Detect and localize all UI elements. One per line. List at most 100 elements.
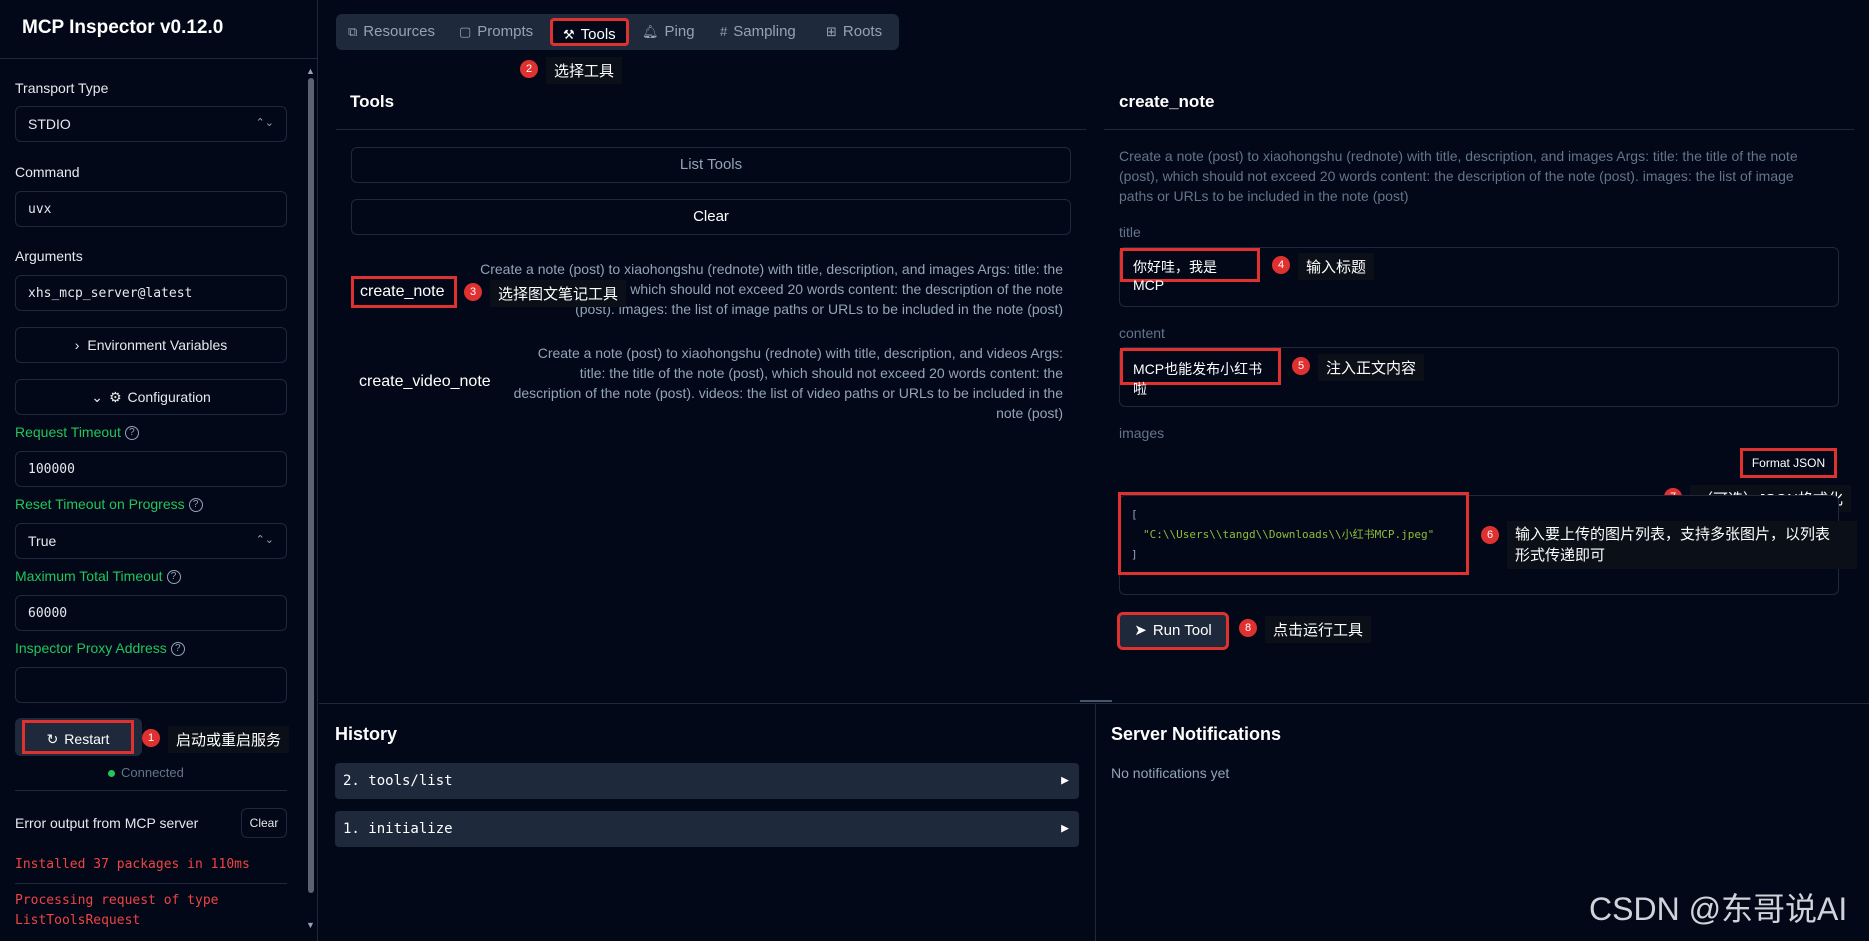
list-tools-button[interactable]: List Tools <box>351 147 1071 183</box>
command-label: Command <box>15 164 80 180</box>
history-item[interactable]: 2. tools/list ▶ <box>335 763 1079 799</box>
tab-resources[interactable]: ⧉ Resources <box>348 14 435 50</box>
tab-bar: ⧉ Resources ▢ Prompts ⚒ Tools 🔔︎ Ping # Sampl… <box>336 14 899 50</box>
annotation-text-1: 启动或重启服务 <box>168 726 290 753</box>
tab-label: Prompts <box>477 23 534 40</box>
notifications-empty: No notifications yet <box>1111 765 1230 781</box>
connection-status: Connected <box>108 765 184 780</box>
error-output-header: Error output from MCP server <box>15 815 199 831</box>
annotation-badge-2: 2 <box>520 60 538 78</box>
refresh-icon: ↻ <box>46 731 59 747</box>
annotation-text-5: 注入正文内容 <box>1318 354 1425 381</box>
tab-label: Roots <box>842 23 883 40</box>
restart-label: Restart <box>64 731 110 747</box>
copy-icon: ⧉ <box>348 24 358 39</box>
scrollbar-thumb[interactable] <box>308 78 314 893</box>
annotation-line: 形式传递即可 <box>1515 547 1606 564</box>
restart-button[interactable]: ↻ Restart <box>22 720 134 754</box>
tab-label: Resources <box>363 23 435 40</box>
chevron-down-icon: ⌄ <box>91 389 103 405</box>
annotation-badge-6: 6 <box>1481 526 1499 544</box>
divider <box>1095 703 1096 941</box>
bell-icon: 🔔︎ <box>642 24 659 39</box>
configuration-button[interactable]: ⌄ ⚙ Configuration <box>15 379 287 415</box>
sidebar: MCP Inspector v0.12.0 Transport Type STD… <box>0 0 318 941</box>
tab-sampling[interactable]: # Sampling <box>720 14 796 50</box>
desc-line: description of the note (post). videos: … <box>513 385 1063 401</box>
annotation-badge-1: 1 <box>142 729 160 747</box>
error-line: ListToolsRequest <box>15 913 141 928</box>
annotation-badge-5: 5 <box>1292 357 1310 375</box>
gear-icon: ⚙ <box>108 389 122 405</box>
scroll-up-icon[interactable]: ▲ <box>306 66 315 76</box>
images-json-code: [ "C:\\Users\\tangd\\Downloads\\小红书MCP.j… <box>1131 505 1434 565</box>
sidebar-scrollbar[interactable]: ▲ ▼ <box>306 66 316 930</box>
max-timeout-text: Maximum Total Timeout <box>15 568 163 584</box>
resize-handle[interactable] <box>1080 700 1112 706</box>
divider <box>1104 129 1854 130</box>
config-button-label: Configuration <box>127 389 211 405</box>
tab-label: Tools <box>580 26 616 43</box>
error-line: Processing request of type <box>15 893 219 908</box>
tools-panel-title: Tools <box>350 92 395 111</box>
request-timeout-label: Request Timeout? <box>15 424 139 441</box>
play-icon: ▶ <box>1061 773 1069 788</box>
annotation-text-2: 选择工具 <box>546 57 623 84</box>
request-timeout-text: Request Timeout <box>15 424 121 440</box>
hash-icon: # <box>720 24 728 39</box>
tool-detail-description: Create a note (post) to xiaohongshu (red… <box>1119 148 1798 204</box>
tab-prompts[interactable]: ▢ Prompts <box>459 14 533 50</box>
app-title: MCP Inspector v0.12.0 <box>22 17 224 38</box>
transport-type-label: Transport Type <box>15 80 109 96</box>
max-timeout-input[interactable]: 60000 <box>15 595 287 631</box>
send-icon: ➤ <box>1134 622 1147 639</box>
reset-timeout-value: True <box>28 533 57 549</box>
play-icon: ▶ <box>1061 821 1069 836</box>
status-text: Connected <box>121 765 184 780</box>
notifications-title: Server Notifications <box>1111 724 1282 744</box>
help-icon[interactable]: ? <box>188 498 203 513</box>
chevron-updown-icon: ⌃⌄ <box>255 117 274 129</box>
tree-icon: ⊞ <box>826 24 837 39</box>
arguments-input[interactable]: xhs_mcp_server@latest <box>15 275 287 311</box>
tab-roots[interactable]: ⊞ Roots <box>826 14 882 50</box>
transport-type-select[interactable]: STDIO ⌃⌄ <box>15 106 287 142</box>
clear-errors-button[interactable]: Clear <box>241 808 287 838</box>
clear-tools-button[interactable]: Clear <box>351 199 1071 235</box>
reset-timeout-text: Reset Timeout on Progress <box>15 496 185 512</box>
tab-ping[interactable]: 🔔︎ Ping <box>642 14 695 50</box>
annotation-text-8: 点击运行工具 <box>1265 616 1372 643</box>
title-value: 你好哇，我是MCP <box>1120 248 1260 293</box>
help-icon[interactable]: ? <box>124 426 139 441</box>
annotation-text-3: 选择图文笔记工具 <box>490 280 627 307</box>
proxy-address-text: Inspector Proxy Address <box>15 640 167 656</box>
request-timeout-input[interactable]: 100000 <box>15 451 287 487</box>
history-title: History <box>335 724 398 744</box>
status-dot-icon <box>108 770 115 778</box>
help-icon[interactable]: ? <box>170 642 185 657</box>
desc-line: title: the title of the note (post), whi… <box>579 365 1063 381</box>
watermark: CSDN @东哥说AI <box>1589 891 1848 927</box>
images-param-label: images <box>1119 425 1165 441</box>
reset-timeout-select[interactable]: True ⌃⌄ <box>15 523 287 559</box>
command-input[interactable]: uvx <box>15 191 287 227</box>
content-param-label: content <box>1119 325 1165 341</box>
annotation-text-4: 输入标题 <box>1298 253 1375 280</box>
format-json-button[interactable]: Format JSON <box>1740 448 1837 478</box>
env-button-label: Environment Variables <box>87 337 228 353</box>
divider <box>336 129 1086 130</box>
message-icon: ▢ <box>459 24 472 39</box>
annotation-badge-4: 4 <box>1272 256 1290 274</box>
content-value: MCP也能发布小红书啦 <box>1120 348 1281 397</box>
tab-tools[interactable]: ⚒ Tools <box>550 18 629 46</box>
run-tool-button[interactable]: ➤ Run Tool <box>1117 612 1229 650</box>
history-item[interactable]: 1. initialize ▶ <box>335 811 1079 847</box>
environment-variables-button[interactable]: › Environment Variables <box>15 327 287 363</box>
help-icon[interactable]: ? <box>166 570 181 585</box>
json-line: "C:\\Users\\tangd\\Downloads\\小红书MCP.jpe… <box>1143 528 1435 541</box>
error-line: Installed 37 packages in 110ms <box>15 857 250 872</box>
proxy-address-input[interactable] <box>15 667 287 703</box>
desc-line: Create a note (post) to xiaohongshu (red… <box>480 261 1063 277</box>
scroll-down-icon[interactable]: ▼ <box>306 920 315 930</box>
transport-type-value: STDIO <box>28 116 71 132</box>
